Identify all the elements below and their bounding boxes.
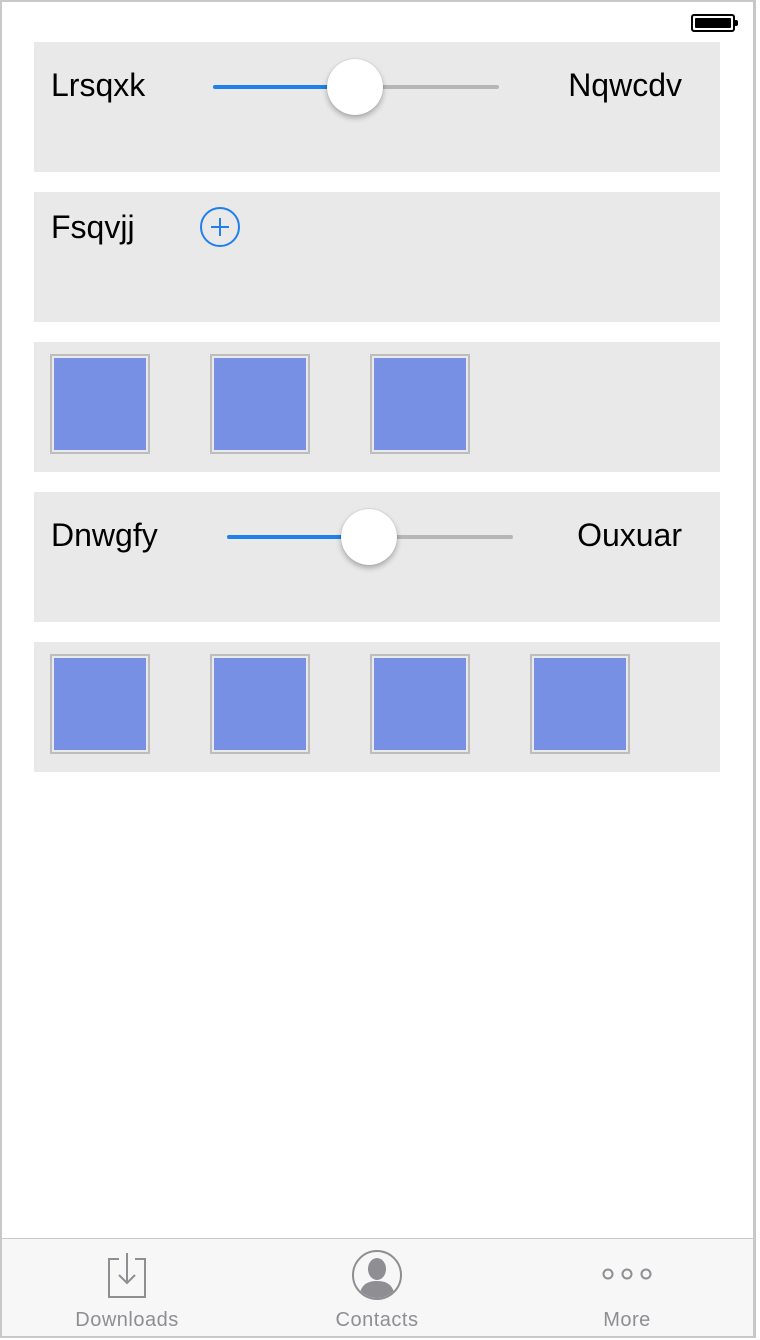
tab-contacts-label: Contacts — [335, 1309, 419, 1331]
tab-downloads[interactable]: Downloads — [2, 1239, 252, 1336]
battery-full-icon — [691, 14, 738, 32]
tile[interactable] — [370, 654, 470, 754]
status-bar — [2, 2, 753, 42]
slider-1-right-label: Nqwcdv — [568, 67, 682, 103]
tab-contacts[interactable]: Contacts — [252, 1239, 502, 1336]
tile[interactable] — [210, 354, 310, 454]
slider-1-thumb[interactable] — [327, 59, 383, 115]
add-panel: Fsqvjj — [34, 192, 720, 322]
tile[interactable] — [530, 654, 630, 754]
slider-2-left-label: Dnwgfy — [51, 517, 158, 553]
tile[interactable] — [370, 354, 470, 454]
tiles-panel-1 — [34, 342, 720, 472]
plus-circle-icon[interactable] — [200, 207, 240, 247]
slider-1-left-label: Lrsqxk — [51, 67, 146, 103]
more-icon — [602, 1268, 652, 1280]
screen: Lrsqxk Nqwcdv Fsqvjj Dnwgfy Ouxuar Downl… — [0, 0, 756, 1338]
slider-panel-1: Lrsqxk Nqwcdv — [34, 42, 720, 172]
slider-2-right-label: Ouxuar — [577, 517, 682, 553]
slider-2-thumb[interactable] — [341, 509, 397, 565]
contacts-icon — [352, 1250, 402, 1300]
tile[interactable] — [210, 654, 310, 754]
tab-downloads-label: Downloads — [75, 1309, 179, 1331]
tile[interactable] — [50, 354, 150, 454]
downloads-icon — [108, 1253, 146, 1298]
slider-2[interactable] — [227, 507, 513, 567]
slider-panel-2: Dnwgfy Ouxuar — [34, 492, 720, 622]
tab-bar: Downloads Contacts More — [2, 1238, 753, 1336]
slider-1[interactable] — [213, 57, 499, 117]
tab-more-label: More — [603, 1309, 651, 1331]
tab-more[interactable]: More — [502, 1239, 752, 1336]
tiles-panel-2 — [34, 642, 720, 772]
tile[interactable] — [50, 654, 150, 754]
add-row-label: Fsqvjj — [51, 209, 135, 245]
